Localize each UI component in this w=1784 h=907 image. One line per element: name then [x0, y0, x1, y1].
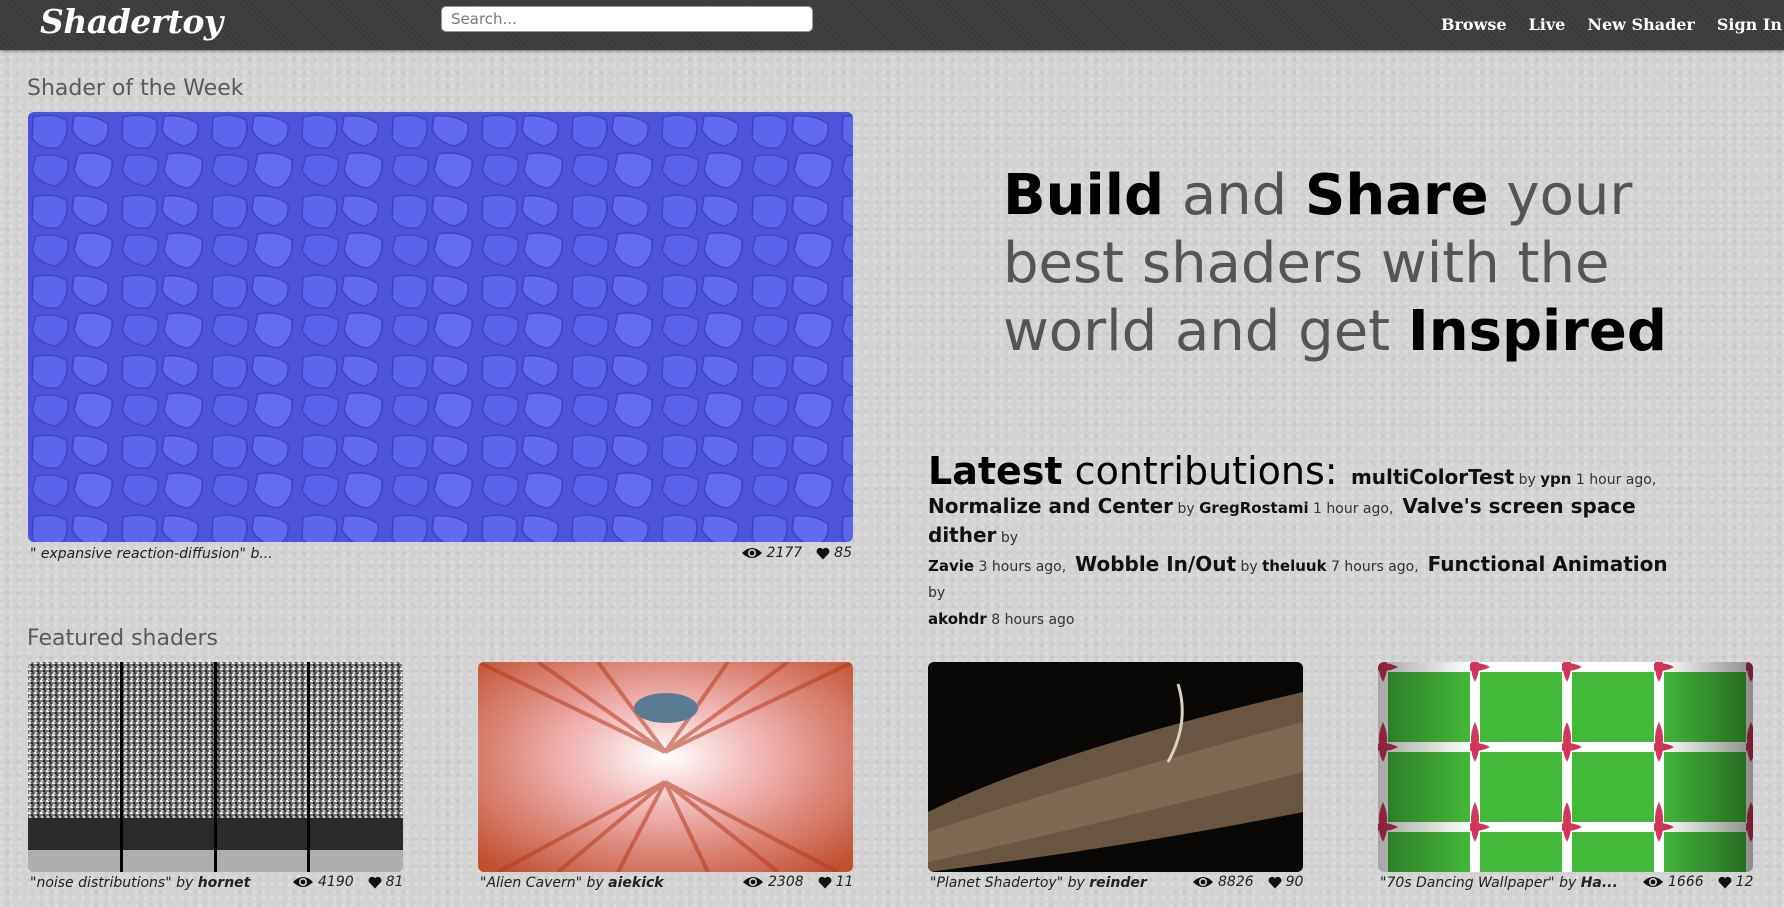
- time-label: 1 hour ago,: [1575, 472, 1657, 488]
- featured-author[interactable]: reinder: [1089, 875, 1147, 891]
- by-label: by: [928, 585, 946, 601]
- latest-author-link[interactable]: akohdr: [928, 610, 987, 628]
- eye-icon: [741, 546, 763, 560]
- hero-word-inspired: Inspired: [1407, 299, 1667, 364]
- by-label: by: [1240, 559, 1258, 575]
- hero-line-3: world and get: [1003, 299, 1391, 364]
- featured-title: "noise distributions": [30, 875, 172, 891]
- featured-stats: 2308 11: [742, 874, 853, 890]
- latest-item: multiColorTest by ypn 1 hour ago,: [1351, 465, 1657, 489]
- time-label: 8 hours ago: [991, 612, 1075, 628]
- latest-shader-link[interactable]: Wobble In/Out: [1075, 552, 1236, 576]
- latest-author-link[interactable]: theluuk: [1262, 557, 1327, 575]
- shader-of-week-caption[interactable]: " expansive reaction-diffusion" b...: [30, 546, 273, 562]
- likes-count: 11: [835, 874, 854, 890]
- heart-icon: [1718, 876, 1732, 889]
- featured-shader-preview[interactable]: [28, 662, 403, 872]
- featured-shaders-title: Featured shaders: [27, 626, 218, 651]
- featured-stats: 1666 12: [1642, 874, 1753, 890]
- featured-stats: 8826 90: [1192, 874, 1303, 890]
- views-count: 4190: [318, 874, 354, 890]
- shadertoy-logo[interactable]: Shadertoy: [40, 0, 223, 44]
- main-nav: Browse Live New Shader Sign In: [1441, 0, 1784, 50]
- featured-author[interactable]: hornet: [198, 875, 251, 891]
- heart-icon: [818, 876, 832, 889]
- heart-icon: [368, 876, 382, 889]
- latest-author-link[interactable]: GregRostami: [1199, 499, 1308, 517]
- by-label: by: [176, 875, 194, 891]
- latest-shader-link[interactable]: multiColorTest: [1351, 465, 1514, 489]
- latest-heading: Latest contributions:: [928, 449, 1338, 493]
- time-label: 3 hours ago,: [978, 559, 1067, 575]
- nav-new-shader[interactable]: New Shader: [1587, 0, 1695, 50]
- nav-live[interactable]: Live: [1529, 0, 1566, 50]
- likes-count: 90: [1285, 874, 1304, 890]
- featured-caption[interactable]: "Alien Cavern" by aiekick: [480, 875, 664, 891]
- latest-item: Normalize and Center by GregRostami 1 ho…: [928, 494, 1394, 518]
- likes-count: 81: [385, 874, 404, 890]
- latest-shader-link[interactable]: Functional Animation: [1428, 552, 1668, 576]
- featured-caption[interactable]: "Planet Shadertoy" by reinder: [930, 875, 1147, 891]
- views-count: 2308: [768, 874, 804, 890]
- eye-icon: [742, 875, 764, 889]
- heart-icon: [1268, 876, 1282, 889]
- hero-line-2: best shaders with the: [1003, 231, 1610, 296]
- views-count: 2177: [766, 545, 803, 561]
- featured-title: "Planet Shadertoy": [930, 875, 1064, 891]
- by-label: by: [1518, 472, 1536, 488]
- latest-item: Wobble In/Out by theluuk 7 hours ago,: [1075, 552, 1419, 576]
- views-count: 8826: [1218, 874, 1254, 890]
- by-label: by: [1177, 501, 1195, 517]
- views-count: 1666: [1668, 874, 1704, 890]
- latest-shader-link[interactable]: Normalize and Center: [928, 494, 1173, 518]
- shader-of-week-title: Shader of the Week: [27, 76, 244, 101]
- latest-heading-bold: Latest: [928, 449, 1063, 493]
- hero-word-and: and: [1181, 163, 1288, 228]
- featured-caption[interactable]: "noise distributions" by hornet: [30, 875, 250, 891]
- by-label: by: [586, 875, 604, 891]
- latest-author-link[interactable]: Zavie: [928, 557, 974, 575]
- by-label: by: [1067, 875, 1085, 891]
- noise-distributions-canvas: [28, 662, 403, 872]
- time-label: 7 hours ago,: [1331, 559, 1419, 575]
- latest-heading-rest: contributions:: [1074, 449, 1338, 493]
- shader-of-week-preview[interactable]: [28, 112, 853, 542]
- featured-author[interactable]: aiekick: [608, 875, 663, 891]
- shader-of-week-canvas: [28, 112, 853, 542]
- by-label: by: [1559, 875, 1577, 891]
- likes-count: 12: [1735, 874, 1754, 890]
- featured-shader-preview[interactable]: [478, 662, 853, 872]
- hero-word-share: Share: [1305, 163, 1489, 228]
- search-input[interactable]: [441, 6, 813, 32]
- featured-title: "70s Dancing Wallpaper": [1380, 875, 1555, 891]
- eye-icon: [292, 875, 314, 889]
- alien-cavern-canvas: [478, 662, 853, 872]
- planet-shadertoy-canvas: [928, 662, 1303, 872]
- nav-sign-in[interactable]: Sign In: [1717, 0, 1782, 50]
- likes-count: 85: [834, 545, 852, 561]
- hero-word-your: your: [1506, 163, 1633, 228]
- top-nav-bar: Shadertoy Browse Live New Shader Sign In: [0, 0, 1784, 50]
- heart-icon: [816, 547, 830, 560]
- hero-tagline: Build and Share your best shaders with t…: [1003, 162, 1703, 366]
- by-label: by: [1000, 530, 1019, 546]
- latest-author-link[interactable]: ypn: [1540, 470, 1571, 488]
- featured-stats: 4190 81: [292, 874, 403, 890]
- nav-browse[interactable]: Browse: [1441, 0, 1507, 50]
- shader-of-week-stats: 2177 85: [741, 545, 852, 561]
- eye-icon: [1642, 875, 1664, 889]
- eye-icon: [1192, 875, 1214, 889]
- featured-caption[interactable]: "70s Dancing Wallpaper" by Ha...: [1380, 875, 1618, 891]
- dancing-wallpaper-canvas: [1378, 662, 1753, 872]
- featured-title: "Alien Cavern": [480, 875, 583, 891]
- latest-contributions: Latest contributions: multiColorTest by …: [928, 449, 1668, 633]
- hero-word-build: Build: [1003, 163, 1165, 228]
- featured-shader-preview[interactable]: [1378, 662, 1753, 872]
- featured-shader-preview[interactable]: [928, 662, 1303, 872]
- featured-author[interactable]: Ha...: [1581, 875, 1618, 891]
- time-label: 1 hour ago,: [1313, 501, 1394, 517]
